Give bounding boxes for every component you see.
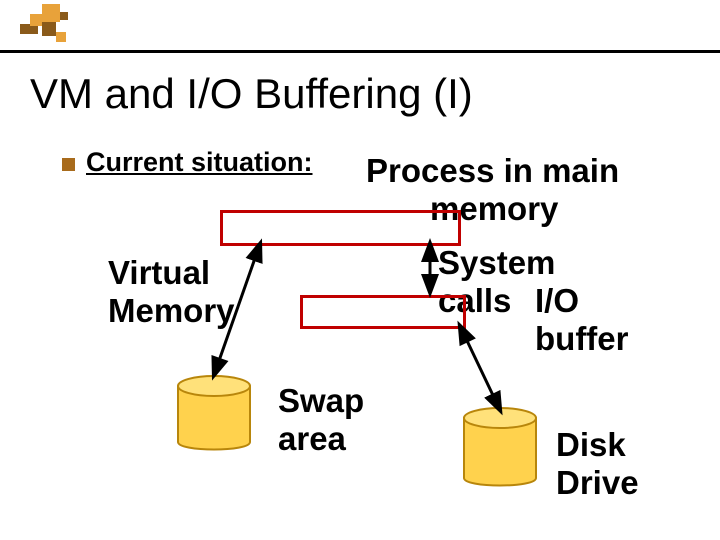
arrows <box>0 0 720 540</box>
